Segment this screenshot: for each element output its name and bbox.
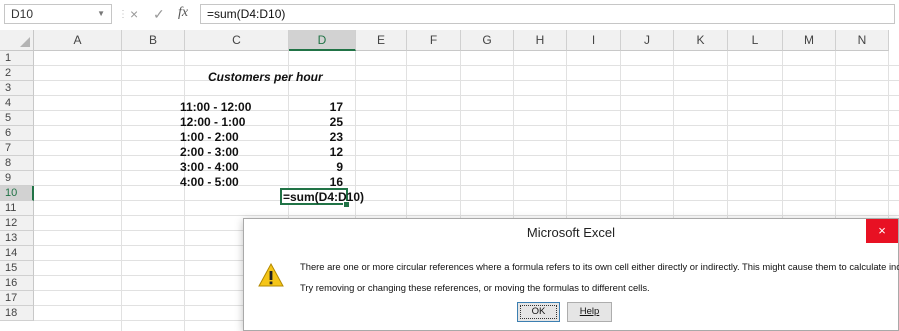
gridline — [34, 170, 899, 171]
formula-bar: D10 ▼ ⋮ × ✓ fx =sum(D4:D10) — [0, 0, 899, 31]
help-button[interactable]: Help — [567, 302, 612, 322]
chevron-down-icon[interactable]: ▼ — [97, 5, 105, 23]
row-header[interactable]: 18 — [0, 306, 34, 321]
circular-reference-dialog: Microsoft Excel × There are one or more … — [243, 218, 899, 331]
time-cell[interactable]: 3:00 - 4:00 — [180, 160, 239, 174]
name-box[interactable]: D10 ▼ — [4, 4, 112, 24]
gridline — [121, 51, 122, 331]
row-header[interactable]: 12 — [0, 216, 34, 231]
gridline — [34, 80, 899, 81]
sheet-title: Customers per hour — [208, 70, 323, 84]
dialog-title: Microsoft Excel — [526, 225, 616, 240]
time-cell[interactable]: 12:00 - 1:00 — [180, 115, 245, 129]
time-cell[interactable]: 2:00 - 3:00 — [180, 145, 239, 159]
row-header[interactable]: 13 — [0, 231, 34, 246]
value-cell[interactable]: 12 — [281, 145, 343, 159]
help-button-label: Help — [579, 306, 600, 317]
row-header[interactable]: 7 — [0, 141, 34, 156]
row-header[interactable]: 11 — [0, 201, 34, 216]
value-cell[interactable]: 23 — [281, 130, 343, 144]
dialog-message-hint: Try removing or changing these reference… — [300, 282, 650, 293]
row-header[interactable]: 8 — [0, 156, 34, 171]
value-cell[interactable]: 25 — [281, 115, 343, 129]
row-header[interactable]: 9 — [0, 171, 34, 186]
column-header[interactable]: E — [356, 30, 407, 51]
gridline — [34, 200, 899, 201]
column-header[interactable]: N — [836, 30, 889, 51]
gridline — [34, 215, 899, 216]
select-all-icon — [20, 37, 30, 47]
name-box-value: D10 — [11, 7, 34, 21]
column-header[interactable]: H — [514, 30, 567, 51]
close-button[interactable]: × — [866, 219, 898, 243]
select-all-button[interactable] — [0, 30, 34, 51]
row-header[interactable]: 1 — [0, 51, 34, 66]
row-header[interactable]: 4 — [0, 96, 34, 111]
more-options-icon: ⋮ — [118, 9, 128, 20]
gridline — [34, 140, 899, 141]
formula-input[interactable]: =sum(D4:D10) — [200, 4, 895, 24]
gridline — [34, 125, 899, 126]
fill-handle[interactable] — [343, 201, 350, 208]
row-header[interactable]: 14 — [0, 246, 34, 261]
row-header[interactable]: 6 — [0, 126, 34, 141]
dialog-titlebar[interactable]: Microsoft Excel × — [244, 219, 898, 245]
row-header[interactable]: 2 — [0, 66, 34, 81]
column-header[interactable]: D — [289, 30, 356, 51]
value-cell[interactable]: 16 — [281, 175, 343, 189]
gridline — [34, 65, 899, 66]
insert-function-icon[interactable]: fx — [178, 5, 188, 21]
column-header[interactable]: J — [621, 30, 674, 51]
gridline — [34, 185, 899, 186]
cancel-icon[interactable]: × — [130, 6, 138, 22]
row-header[interactable]: 16 — [0, 276, 34, 291]
row-header[interactable]: 15 — [0, 261, 34, 276]
value-cell[interactable]: 17 — [281, 100, 343, 114]
value-cell[interactable]: 9 — [281, 160, 343, 174]
close-icon: × — [878, 223, 886, 238]
ok-button[interactable]: OK — [517, 302, 560, 322]
active-cell-formula: =sum(D4:D10) — [283, 190, 365, 204]
column-header[interactable]: M — [783, 30, 836, 51]
dialog-message: There are one or more circular reference… — [300, 261, 899, 272]
column-header[interactable]: K — [674, 30, 728, 51]
row-header[interactable]: 5 — [0, 111, 34, 126]
time-cell[interactable]: 1:00 - 2:00 — [180, 130, 239, 144]
row-header[interactable]: 17 — [0, 291, 34, 306]
column-header[interactable]: C — [185, 30, 289, 51]
warning-icon — [258, 263, 284, 287]
time-cell[interactable]: 11:00 - 12:00 — [180, 100, 251, 114]
time-cell[interactable]: 4:00 - 5:00 — [180, 175, 239, 189]
gridline — [184, 51, 185, 331]
enter-icon[interactable]: ✓ — [153, 6, 165, 23]
row-header[interactable]: 3 — [0, 81, 34, 96]
gridline — [34, 155, 899, 156]
column-header[interactable]: B — [122, 30, 185, 51]
column-header[interactable]: L — [728, 30, 783, 51]
gridline — [34, 95, 899, 96]
gridline — [34, 110, 899, 111]
column-header[interactable]: I — [567, 30, 621, 51]
column-header[interactable]: F — [407, 30, 461, 51]
column-header[interactable]: A — [34, 30, 122, 51]
row-header[interactable]: 10 — [0, 186, 34, 201]
column-header[interactable]: G — [461, 30, 514, 51]
